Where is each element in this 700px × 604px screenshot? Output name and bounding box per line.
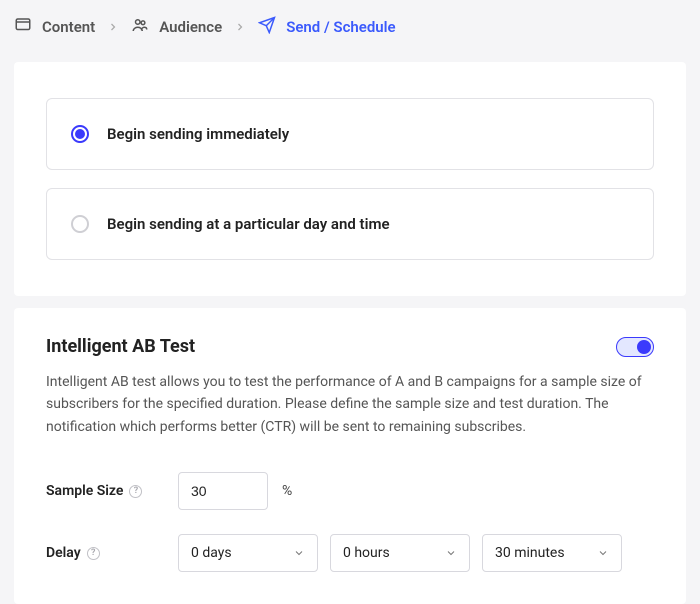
delay-row: Delay ? 0 days 0 hours 30 minutes [46, 534, 654, 572]
option-later[interactable]: Begin sending at a particular day and ti… [46, 188, 654, 260]
chevron-right-icon [234, 21, 246, 33]
breadcrumb-item-send-schedule[interactable]: Send / Schedule [258, 16, 395, 38]
breadcrumb-item-content[interactable]: Content [14, 16, 95, 38]
sample-size-label: Sample Size ? [46, 483, 164, 499]
radio-unchecked-icon [71, 215, 89, 233]
delay-selects: 0 days 0 hours 30 minutes [178, 534, 622, 572]
sample-size-input[interactable] [178, 472, 268, 510]
ab-test-section: Intelligent AB Test Intelligent AB test … [14, 308, 686, 604]
chevron-down-icon [445, 547, 457, 559]
breadcrumb-item-audience[interactable]: Audience [131, 16, 222, 38]
delay-label: Delay ? [46, 545, 164, 561]
delay-days-value: 0 days [191, 545, 232, 561]
ab-test-description: Intelligent AB test allows you to test t… [46, 371, 654, 438]
sample-size-row: Sample Size ? % [46, 472, 654, 510]
delay-minutes-select[interactable]: 30 minutes [482, 534, 622, 572]
delay-hours-value: 0 hours [343, 545, 390, 561]
content-icon [14, 16, 32, 38]
send-icon [258, 16, 276, 38]
sample-size-text: Sample Size [46, 483, 123, 499]
audience-icon [131, 16, 149, 38]
chevron-right-icon [107, 21, 119, 33]
ab-test-title: Intelligent AB Test [46, 336, 195, 357]
chevron-down-icon [293, 547, 305, 559]
breadcrumb-label: Audience [159, 18, 222, 36]
delay-days-select[interactable]: 0 days [178, 534, 318, 572]
breadcrumb: Content Audience Send / Schedule [0, 0, 700, 54]
chevron-down-icon [597, 547, 609, 559]
ab-test-toggle[interactable] [616, 337, 654, 357]
percent-unit: % [282, 483, 292, 499]
delay-hours-select[interactable]: 0 hours [330, 534, 470, 572]
delay-minutes-value: 30 minutes [495, 545, 565, 561]
help-icon[interactable]: ? [87, 547, 100, 560]
scheduling-card: Begin sending immediately Begin sending … [14, 62, 686, 296]
option-immediate[interactable]: Begin sending immediately [46, 98, 654, 170]
option-label: Begin sending immediately [107, 125, 289, 143]
breadcrumb-label: Content [42, 18, 95, 36]
option-label: Begin sending at a particular day and ti… [107, 215, 390, 233]
help-icon[interactable]: ? [129, 485, 142, 498]
ab-test-header: Intelligent AB Test [46, 336, 654, 357]
delay-text: Delay [46, 545, 81, 561]
radio-checked-icon [71, 125, 89, 143]
breadcrumb-label: Send / Schedule [286, 18, 395, 36]
